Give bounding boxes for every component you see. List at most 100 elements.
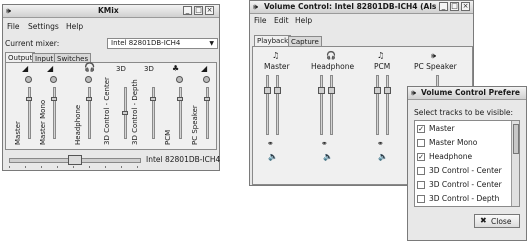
close-label: Close — [491, 217, 512, 226]
volume-slider[interactable] — [88, 87, 91, 139]
menu-file[interactable]: File — [7, 22, 20, 31]
slider-thumb[interactable] — [204, 97, 210, 101]
scrollbar-thumb[interactable] — [513, 124, 519, 154]
slider-thumb[interactable] — [177, 97, 183, 101]
track-label: 3D Control - Depth — [429, 194, 500, 203]
channel-label-headphone: Headphone — [311, 62, 355, 71]
slider-thumb[interactable] — [150, 97, 156, 101]
channel-label-pc-speaker: PC Speaker — [414, 62, 457, 71]
slider-thumb[interactable] — [274, 87, 281, 94]
music-note-icon: ♫ — [272, 51, 280, 60]
track-checkbox[interactable] — [417, 195, 425, 203]
menu-help[interactable]: Help — [295, 16, 312, 25]
track-label: 3D Control - Center — [429, 180, 502, 189]
volume-slider[interactable] — [376, 75, 379, 135]
tracks-list: ✓ Master Master Mono ✓ Headphone 3D Cont… — [414, 120, 520, 207]
slider-thumb[interactable] — [86, 97, 92, 101]
track-checkbox[interactable] — [417, 181, 425, 189]
tab-capture[interactable]: Capture — [288, 36, 322, 46]
channel-knob[interactable] — [176, 76, 183, 83]
balance-slider-thumb[interactable] — [68, 155, 82, 165]
volume-slider[interactable] — [206, 87, 209, 139]
volume-slider[interactable] — [386, 75, 389, 135]
music-note-icon: ♫ — [377, 51, 385, 60]
preferences-titlebar[interactable]: 🕪 Volume Control Prefere — [408, 87, 526, 100]
track-label: Master Mono — [429, 138, 478, 147]
channel-knob[interactable] — [50, 76, 57, 83]
slider-thumb[interactable] — [318, 87, 325, 94]
tracks-scrollbar[interactable] — [511, 121, 519, 206]
close-button[interactable]: × — [461, 2, 470, 11]
headphone-icon: 🎧 — [84, 63, 96, 73]
volume-slider[interactable] — [28, 87, 31, 139]
channel-label-headphone: Headphone — [74, 104, 82, 145]
current-mixer-label: Current mixer: — [5, 39, 60, 48]
menu-settings[interactable]: Settings — [28, 22, 59, 31]
slider-thumb[interactable] — [122, 111, 128, 115]
volume-slider[interactable] — [152, 87, 155, 139]
kmix-title: KMix — [98, 6, 119, 15]
slider-thumb[interactable] — [328, 87, 335, 94]
track-checkbox[interactable]: ✓ — [417, 153, 425, 161]
chain-link-icon[interactable]: ⚭ — [377, 140, 384, 148]
preferences-title: Volume Control Prefere — [421, 88, 521, 97]
channel-label-master-mono: Master Mono — [39, 99, 47, 145]
kmix-window: 🕪 KMix _ □ × File Settings Help Current … — [2, 4, 220, 171]
track-label: 3D Control - Center — [429, 166, 502, 175]
track-checkbox[interactable]: ✓ — [417, 125, 425, 133]
menu-help[interactable]: Help — [66, 22, 83, 31]
channel-knob[interactable] — [85, 76, 92, 83]
mute-speaker-icon[interactable]: 🔈 — [323, 153, 333, 161]
gauge-icon: ◢ — [201, 64, 208, 73]
minimize-button[interactable]: _ — [183, 6, 192, 15]
channel-label-master: Master — [264, 62, 290, 71]
gauge-icon: ◢ — [22, 64, 29, 73]
gauge-icon: ◢ — [47, 64, 54, 73]
volume-slider[interactable] — [330, 75, 333, 135]
slider-thumb[interactable] — [374, 87, 381, 94]
channel-label-master: Master — [14, 121, 22, 145]
tab-playback[interactable]: Playback — [254, 35, 292, 46]
volume-slider[interactable] — [266, 75, 269, 135]
minimize-button[interactable]: _ — [439, 2, 448, 11]
volume-slider[interactable] — [320, 75, 323, 135]
balance-ticks — [9, 166, 139, 168]
track-label: Master — [429, 124, 455, 133]
volume-slider[interactable] — [53, 87, 56, 139]
volume-slider[interactable] — [179, 87, 182, 139]
balance-device-label: Intel 82801DB-ICH4 — [146, 155, 221, 164]
kmix-titlebar[interactable]: 🕪 KMix _ □ × — [3, 5, 219, 18]
chain-link-icon[interactable]: ⚭ — [321, 140, 328, 148]
slider-thumb[interactable] — [264, 87, 271, 94]
maximize-button[interactable]: □ — [194, 6, 203, 15]
menu-edit[interactable]: Edit — [274, 16, 289, 25]
slider-thumb[interactable] — [384, 87, 391, 94]
channel-knob[interactable] — [203, 76, 210, 83]
headphone-icon: 🎧 — [326, 51, 336, 60]
maximize-button[interactable]: □ — [450, 2, 459, 11]
mute-speaker-icon[interactable]: 🔈 — [268, 153, 278, 161]
track-checkbox[interactable] — [417, 167, 425, 175]
chain-link-icon[interactable]: ⚭ — [267, 140, 274, 148]
speaker-icon: 🕪 — [431, 51, 437, 60]
channel-knob[interactable] — [25, 76, 32, 83]
mixer-select-value: Intel 82801DB-ICH4 — [111, 39, 181, 47]
slider-thumb[interactable] — [26, 97, 32, 101]
speaker-icon: 🕪 — [253, 2, 259, 11]
slider-thumb[interactable] — [51, 97, 57, 101]
mute-speaker-icon[interactable]: 🔈 — [378, 153, 388, 161]
volume-control-titlebar[interactable]: 🕪 Volume Control: Intel 82801DB-ICH4 (Al… — [250, 1, 473, 14]
track-checkbox[interactable] — [417, 139, 425, 147]
volume-control-menubar: File Edit Help — [250, 15, 473, 26]
menu-file[interactable]: File — [254, 16, 267, 25]
preferences-dialog: 🕪 Volume Control Prefere Select tracks t… — [407, 86, 527, 241]
channel-label-pcm: PCM — [164, 129, 172, 145]
track-label: Headphone — [429, 152, 473, 161]
close-button[interactable]: × — [205, 6, 214, 15]
volume-slider[interactable] — [276, 75, 279, 135]
close-dialog-button[interactable]: ✖ Close — [474, 214, 520, 228]
channel-3d-label: 3D — [144, 65, 154, 73]
mixer-select[interactable]: Intel 82801DB-ICH4 ▼ — [107, 38, 218, 49]
chevron-down-icon: ▼ — [209, 40, 214, 47]
speaker-icon: 🕪 — [411, 88, 417, 97]
